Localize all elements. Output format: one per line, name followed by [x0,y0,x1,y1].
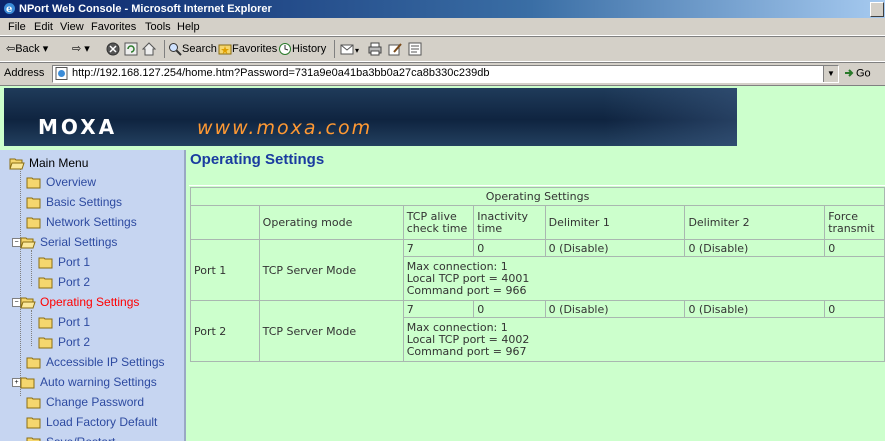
refresh-button[interactable] [124,41,138,57]
refresh-icon [124,42,138,56]
banner: MOXA www.moxa.com [0,86,885,148]
edit-page-icon [388,43,402,56]
stop-icon [106,42,120,56]
connection-info: Max connection: 1 Local TCP port = 4002 … [402,317,885,362]
table-header: Operating mode [258,205,404,240]
mail-icon: ▾ [340,44,359,55]
table-header: Delimiter 2 [684,205,826,240]
menu-favorites[interactable]: Favorites [91,21,136,33]
page-title: Operating Settings [190,151,325,168]
folder-icon [26,397,41,409]
window-titlebar: e NPort Web Console - Microsoft Internet… [0,0,885,18]
discuss-button[interactable] [408,41,422,57]
folder-icon [26,177,41,189]
sidebar-menu: Main Menu Overview Basic Settings Networ… [0,150,186,441]
force-cell: 0 [824,300,885,318]
table-header: Delimiter 1 [544,205,686,240]
history-icon [279,43,291,56]
open-folder-icon [20,297,36,309]
menu-view[interactable]: View [60,21,84,33]
port-cell: Port 2 [190,300,260,362]
history-button[interactable]: History [278,41,326,57]
stop-button[interactable] [106,41,120,57]
folder-icon [38,337,53,349]
back-button[interactable]: ⇦Back ▾ [6,41,48,57]
open-folder-icon [9,158,25,170]
table-header: TCP alive check time [402,205,475,240]
folder-icon [38,277,53,289]
inactivity-cell: 0 [473,300,546,318]
svg-text:▾: ▾ [355,46,359,55]
table-header: Inactivity time [473,205,546,240]
alive-cell: 7 [402,239,475,257]
inactivity-cell: 0 [473,239,546,257]
folder-icon [26,437,41,441]
forward-button[interactable]: ⇨ ▾ [72,41,90,57]
alive-cell: 7 [402,300,475,318]
menu-bar: File Edit View Favorites Tools Help [0,18,885,37]
ie-icon: e [4,3,15,15]
printer-icon [368,42,382,56]
folder-icon [26,197,41,209]
folder-icon [26,217,41,229]
home-icon [141,42,157,56]
mail-button[interactable]: ▾ [340,41,364,57]
address-url: http://192.168.127.254/home.htm?Password… [72,67,490,79]
go-button[interactable]: Go [843,67,871,80]
banner-header: MOXA www.moxa.com [4,88,737,146]
window-close-button[interactable] [870,2,884,17]
table-row: Port 1 TCP Server Mode 7 0 0 (Disable) 0… [190,239,885,301]
table-header-blank [190,205,260,240]
moxa-logo: MOXA [38,115,118,139]
folder-icon [26,417,41,429]
main-content: Operating Settings Operating Settings Op… [186,148,885,441]
menu-help[interactable]: Help [177,21,200,33]
force-cell: 0 [824,239,885,257]
port-cell: Port 1 [190,239,260,301]
delimiter2-cell: 0 (Disable) [684,300,826,318]
connection-info: Max connection: 1 Local TCP port = 4001 … [402,256,885,301]
delimiter2-cell: 0 (Disable) [684,239,826,257]
folder-icon [26,357,41,369]
folder-icon [20,377,35,389]
folder-icon [38,257,53,269]
mode-cell: TCP Server Mode [258,239,404,301]
page-icon [55,67,68,80]
folder-icon [38,317,53,329]
home-button[interactable] [141,41,157,57]
address-dropdown-icon[interactable]: ▼ [823,66,838,82]
search-button[interactable]: Search [168,41,217,57]
operating-settings-table: Operating Settings Operating mode TCP al… [190,187,885,362]
address-label: Address [4,67,45,79]
discuss-icon [408,42,422,56]
address-input[interactable]: http://192.168.127.254/home.htm?Password… [52,65,839,83]
page-viewport: MOXA www.moxa.com Main Menu Overview Bas… [0,86,885,441]
go-arrow-icon [845,69,854,77]
svg-text:e: e [6,4,12,15]
delimiter1-cell: 0 (Disable) [544,239,686,257]
menu-tools[interactable]: Tools [145,21,171,33]
back-arrow-icon: ⇦ [6,43,16,55]
edit-button[interactable] [388,41,402,57]
favorites-button[interactable]: Favorites [218,41,277,57]
table-row: Port 2 TCP Server Mode 7 0 0 (Disable) 0… [190,300,885,362]
toolbar: ⇦Back ▾ ⇨ ▾ Search Favorites History ▾ [0,37,885,63]
address-bar: Address http://192.168.127.254/home.htm?… [0,63,885,86]
forward-arrow-icon: ⇨ [72,43,82,55]
table-caption: Operating Settings [190,187,885,206]
menu-edit[interactable]: Edit [34,21,53,33]
open-folder-icon [20,237,36,249]
table-header: Force transmit [824,205,885,240]
print-button[interactable] [368,41,382,57]
menu-file[interactable]: File [8,21,26,33]
search-icon [169,43,182,56]
window-title: NPort Web Console - Microsoft Internet E… [19,3,272,15]
mode-cell: TCP Server Mode [258,300,404,362]
favorites-folder-icon [218,44,232,55]
delimiter1-cell: 0 (Disable) [544,300,686,318]
site-link[interactable]: www.moxa.com [197,117,372,139]
